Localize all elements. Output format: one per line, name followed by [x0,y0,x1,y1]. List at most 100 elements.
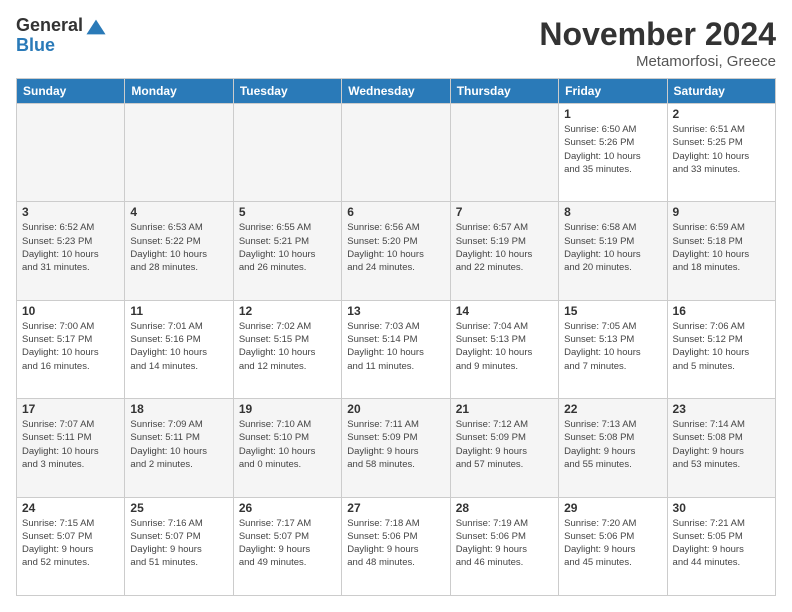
day-info: Sunrise: 7:09 AM Sunset: 5:11 PM Dayligh… [130,418,227,471]
table-row: 24 Sunrise: 7:15 AM Sunset: 5:07 PM Dayli… [17,497,125,595]
logo-text: General Blue [16,16,107,56]
day-number: 8 [564,205,661,219]
header-wednesday: Wednesday [342,79,450,104]
day-number: 7 [456,205,553,219]
day-number: 20 [347,402,444,416]
day-info: Sunrise: 7:14 AM Sunset: 5:08 PM Dayligh… [673,418,770,471]
table-row: 18 Sunrise: 7:09 AM Sunset: 5:11 PM Dayli… [125,399,233,497]
day-info: Sunrise: 7:13 AM Sunset: 5:08 PM Dayligh… [564,418,661,471]
table-row: 15 Sunrise: 7:05 AM Sunset: 5:13 PM Dayli… [559,300,667,398]
day-info: Sunrise: 6:53 AM Sunset: 5:22 PM Dayligh… [130,221,227,274]
day-info: Sunrise: 6:56 AM Sunset: 5:20 PM Dayligh… [347,221,444,274]
weekday-header-row: Sunday Monday Tuesday Wednesday Thursday… [17,79,776,104]
day-number: 26 [239,501,336,515]
day-info: Sunrise: 7:12 AM Sunset: 5:09 PM Dayligh… [456,418,553,471]
day-number: 12 [239,304,336,318]
table-row [233,104,341,202]
day-info: Sunrise: 7:05 AM Sunset: 5:13 PM Dayligh… [564,320,661,373]
table-row: 22 Sunrise: 7:13 AM Sunset: 5:08 PM Dayli… [559,399,667,497]
day-info: Sunrise: 6:58 AM Sunset: 5:19 PM Dayligh… [564,221,661,274]
day-number: 23 [673,402,770,416]
day-number: 15 [564,304,661,318]
table-row: 29 Sunrise: 7:20 AM Sunset: 5:06 PM Dayli… [559,497,667,595]
table-row: 17 Sunrise: 7:07 AM Sunset: 5:11 PM Dayli… [17,399,125,497]
table-row: 11Sunrise: 7:01 AM Sunset: 5:16 PM Dayli… [125,300,233,398]
calendar-week-row: 1 Sunrise: 6:50 AM Sunset: 5:26 PM Daylig… [17,104,776,202]
day-number: 18 [130,402,227,416]
table-row [125,104,233,202]
day-number: 21 [456,402,553,416]
day-number: 3 [22,205,119,219]
day-number: 22 [564,402,661,416]
day-number: 13 [347,304,444,318]
table-row: 8 Sunrise: 6:58 AM Sunset: 5:19 PM Daylig… [559,202,667,300]
day-info: Sunrise: 7:02 AM Sunset: 5:15 PM Dayligh… [239,320,336,373]
day-info: Sunrise: 7:06 AM Sunset: 5:12 PM Dayligh… [673,320,770,373]
table-row: 1 Sunrise: 6:50 AM Sunset: 5:26 PM Daylig… [559,104,667,202]
table-row: 14 Sunrise: 7:04 AM Sunset: 5:13 PM Dayli… [450,300,558,398]
header-monday: Monday [125,79,233,104]
table-row: 28 Sunrise: 7:19 AM Sunset: 5:06 PM Dayli… [450,497,558,595]
table-row: 7 Sunrise: 6:57 AM Sunset: 5:19 PM Daylig… [450,202,558,300]
table-row: 9Sunrise: 6:59 AM Sunset: 5:18 PM Daylig… [667,202,775,300]
day-number: 2 [673,107,770,121]
day-info: Sunrise: 7:20 AM Sunset: 5:06 PM Dayligh… [564,517,661,570]
table-row: 25 Sunrise: 7:16 AM Sunset: 5:07 PM Dayli… [125,497,233,595]
day-info: Sunrise: 7:15 AM Sunset: 5:07 PM Dayligh… [22,517,119,570]
table-row: 2 Sunrise: 6:51 AM Sunset: 5:25 PM Daylig… [667,104,775,202]
logo-blue: Blue [16,36,107,56]
table-row: 12 Sunrise: 7:02 AM Sunset: 5:15 PM Dayli… [233,300,341,398]
day-info: Sunrise: 7:10 AM Sunset: 5:10 PM Dayligh… [239,418,336,471]
day-number: 16 [673,304,770,318]
calendar-week-row: 17 Sunrise: 7:07 AM Sunset: 5:11 PM Dayli… [17,399,776,497]
header-thursday: Thursday [450,79,558,104]
logo: General Blue [16,16,107,56]
day-number: 14 [456,304,553,318]
table-row: 23 Sunrise: 7:14 AM Sunset: 5:08 PM Dayli… [667,399,775,497]
day-number: 1 [564,107,661,121]
day-info: Sunrise: 6:50 AM Sunset: 5:26 PM Dayligh… [564,123,661,176]
table-row: 26 Sunrise: 7:17 AM Sunset: 5:07 PM Dayli… [233,497,341,595]
table-row [450,104,558,202]
table-row: 30Sunrise: 7:21 AM Sunset: 5:05 PM Dayli… [667,497,775,595]
calendar-week-row: 24 Sunrise: 7:15 AM Sunset: 5:07 PM Dayli… [17,497,776,595]
day-info: Sunrise: 7:07 AM Sunset: 5:11 PM Dayligh… [22,418,119,471]
location: Metamorfosi, Greece [539,53,776,70]
calendar-week-row: 10Sunrise: 7:00 AM Sunset: 5:17 PM Dayli… [17,300,776,398]
table-row: 4Sunrise: 6:53 AM Sunset: 5:22 PM Daylig… [125,202,233,300]
day-number: 17 [22,402,119,416]
header-tuesday: Tuesday [233,79,341,104]
day-number: 28 [456,501,553,515]
header-saturday: Saturday [667,79,775,104]
day-info: Sunrise: 7:04 AM Sunset: 5:13 PM Dayligh… [456,320,553,373]
day-info: Sunrise: 6:52 AM Sunset: 5:23 PM Dayligh… [22,221,119,274]
day-info: Sunrise: 6:51 AM Sunset: 5:25 PM Dayligh… [673,123,770,176]
day-info: Sunrise: 7:03 AM Sunset: 5:14 PM Dayligh… [347,320,444,373]
day-info: Sunrise: 6:57 AM Sunset: 5:19 PM Dayligh… [456,221,553,274]
day-number: 29 [564,501,661,515]
header: General Blue November 2024 Metamorfosi, … [16,16,776,70]
table-row [17,104,125,202]
day-number: 11 [130,304,227,318]
logo-general: General [16,16,107,36]
day-info: Sunrise: 7:17 AM Sunset: 5:07 PM Dayligh… [239,517,336,570]
header-friday: Friday [559,79,667,104]
day-info: Sunrise: 6:55 AM Sunset: 5:21 PM Dayligh… [239,221,336,274]
day-number: 9 [673,205,770,219]
day-info: Sunrise: 7:18 AM Sunset: 5:06 PM Dayligh… [347,517,444,570]
table-row: 21 Sunrise: 7:12 AM Sunset: 5:09 PM Dayli… [450,399,558,497]
day-info: Sunrise: 7:11 AM Sunset: 5:09 PM Dayligh… [347,418,444,471]
table-row: 5Sunrise: 6:55 AM Sunset: 5:21 PM Daylig… [233,202,341,300]
table-row: 6Sunrise: 6:56 AM Sunset: 5:20 PM Daylig… [342,202,450,300]
day-number: 25 [130,501,227,515]
table-row [342,104,450,202]
table-row: 20 Sunrise: 7:11 AM Sunset: 5:09 PM Dayli… [342,399,450,497]
day-info: Sunrise: 7:16 AM Sunset: 5:07 PM Dayligh… [130,517,227,570]
day-info: Sunrise: 7:21 AM Sunset: 5:05 PM Dayligh… [673,517,770,570]
table-row: 19 Sunrise: 7:10 AM Sunset: 5:10 PM Dayli… [233,399,341,497]
calendar-week-row: 3 Sunrise: 6:52 AM Sunset: 5:23 PM Daylig… [17,202,776,300]
day-number: 27 [347,501,444,515]
day-info: Sunrise: 7:19 AM Sunset: 5:06 PM Dayligh… [456,517,553,570]
day-number: 24 [22,501,119,515]
day-number: 19 [239,402,336,416]
